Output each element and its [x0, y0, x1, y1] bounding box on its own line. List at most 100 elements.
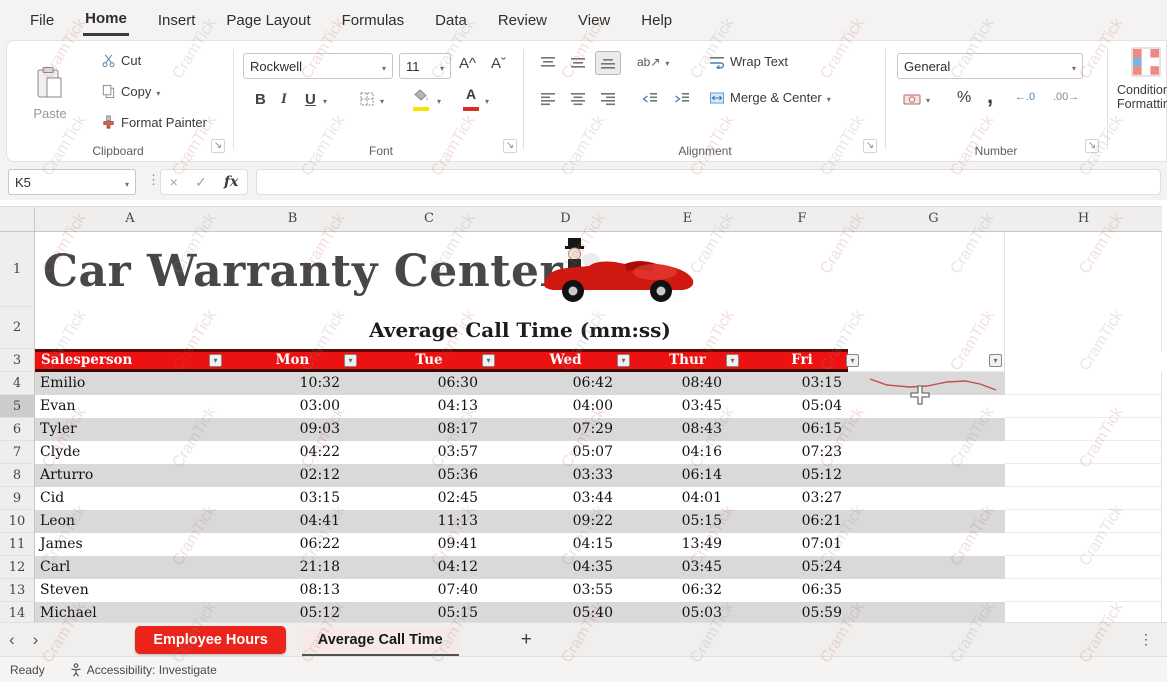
- cell-thur[interactable]: 03:45: [633, 556, 742, 579]
- table-row[interactable]: Arturro 02:12 05:36 03:33 06:14 05:12: [35, 464, 1162, 487]
- cell-wed[interactable]: 05:40: [498, 602, 633, 622]
- empty-cell[interactable]: [1005, 441, 1162, 464]
- copy-chevron-icon[interactable]: [156, 84, 160, 99]
- sheet-title[interactable]: Car Warranty Center: [43, 232, 563, 307]
- cell-tue[interactable]: 08:17: [360, 418, 498, 441]
- row-header[interactable]: 13: [0, 579, 34, 602]
- column-header[interactable]: H: [1005, 207, 1162, 231]
- cell-wed[interactable]: 03:55: [498, 579, 633, 602]
- cell-mon[interactable]: 05:12: [225, 602, 360, 622]
- cell-wed[interactable]: 07:29: [498, 418, 633, 441]
- cell-tue[interactable]: 11:13: [360, 510, 498, 533]
- cell-wed[interactable]: 04:15: [498, 533, 633, 556]
- cell-trend[interactable]: [862, 464, 1005, 487]
- cell-wed[interactable]: 06:42: [498, 372, 633, 395]
- cell-fri[interactable]: 06:21: [742, 510, 862, 533]
- menu-tab[interactable]: Insert: [156, 4, 198, 35]
- borders-button[interactable]: [359, 91, 384, 107]
- empty-cell[interactable]: [1005, 487, 1162, 510]
- filter-button[interactable]: [726, 354, 739, 367]
- table-row[interactable]: Evan 03:00 04:13 04:00 03:45 05:04: [35, 395, 1162, 418]
- cell-fri[interactable]: 06:15: [742, 418, 862, 441]
- table-header-cell[interactable]: Salesperson: [35, 352, 225, 369]
- cell-trend[interactable]: [862, 395, 1005, 418]
- name-box[interactable]: K5: [8, 169, 136, 195]
- tab-scroll-right-icon[interactable]: ›: [24, 630, 48, 650]
- cell-thur[interactable]: 04:16: [633, 441, 742, 464]
- empty-cell[interactable]: [1005, 579, 1162, 602]
- cell-trend[interactable]: [862, 510, 1005, 533]
- cell-fri[interactable]: 03:27: [742, 487, 862, 510]
- new-sheet-button[interactable]: +: [521, 629, 532, 651]
- cell-salesperson[interactable]: Evan: [35, 395, 225, 418]
- column-header[interactable]: B: [225, 207, 360, 231]
- row-header[interactable]: 4: [0, 372, 34, 395]
- table-row[interactable]: Tyler 09:03 08:17 07:29 08:43 06:15: [35, 418, 1162, 441]
- filter-button[interactable]: [344, 354, 357, 367]
- row-header[interactable]: 11: [0, 533, 34, 556]
- orientation-button[interactable]: ab↗: [637, 55, 669, 69]
- row-header[interactable]: 1: [0, 232, 34, 307]
- borders-chevron-icon[interactable]: [380, 92, 384, 107]
- tab-bar-more-icon[interactable]: ⋮: [1139, 631, 1153, 648]
- table-header-cell[interactable]: Tue: [360, 352, 498, 369]
- menu-tab[interactable]: Formulas: [340, 4, 407, 35]
- table-header-cell[interactable]: Thur: [633, 352, 742, 369]
- cell-salesperson[interactable]: Michael: [35, 602, 225, 622]
- cell-mon[interactable]: 21:18: [225, 556, 360, 579]
- cell-thur[interactable]: 13:49: [633, 533, 742, 556]
- filter-button[interactable]: [846, 354, 859, 367]
- column-header[interactable]: C: [360, 207, 498, 231]
- table-row[interactable]: Steven 08:13 07:40 03:55 06:32 06:35: [35, 579, 1162, 602]
- cell-thur[interactable]: 08:40: [633, 372, 742, 395]
- cancel-icon[interactable]: ×: [170, 174, 178, 190]
- row-header[interactable]: 8: [0, 464, 34, 487]
- increase-decimal-button[interactable]: ←.0: [1015, 91, 1035, 103]
- cell-trend[interactable]: [862, 487, 1005, 510]
- conditional-formatting-button[interactable]: Conditional Formatting: [1113, 47, 1167, 111]
- cell-thur[interactable]: 06:14: [633, 464, 742, 487]
- number-format-select[interactable]: General: [897, 53, 1083, 79]
- cell-wed[interactable]: 04:35: [498, 556, 633, 579]
- alignment-dialog-launcher-icon[interactable]: ↘: [863, 139, 877, 153]
- cell-mon[interactable]: 03:15: [225, 487, 360, 510]
- decrease-indent-button[interactable]: [637, 87, 663, 111]
- row-header[interactable]: 14: [0, 602, 34, 622]
- empty-cell[interactable]: [1005, 510, 1162, 533]
- column-header[interactable]: A: [35, 207, 225, 231]
- filter-button[interactable]: [482, 354, 495, 367]
- row-header[interactable]: 9: [0, 487, 34, 510]
- cell-tue[interactable]: 05:36: [360, 464, 498, 487]
- cell-thur[interactable]: 05:03: [633, 602, 742, 622]
- table-header-cell[interactable]: Mon: [225, 352, 360, 369]
- cell-tue[interactable]: 04:13: [360, 395, 498, 418]
- table-header-cell[interactable]: Trend: [862, 352, 1005, 369]
- middle-align-button[interactable]: [565, 51, 591, 75]
- cell-trend[interactable]: [862, 441, 1005, 464]
- bold-button[interactable]: B: [255, 91, 266, 108]
- table-row[interactable]: Cid 03:15 02:45 03:44 04:01 03:27: [35, 487, 1162, 510]
- cell-tue[interactable]: 04:12: [360, 556, 498, 579]
- cell-fri[interactable]: 07:23: [742, 441, 862, 464]
- cell-trend[interactable]: [862, 418, 1005, 441]
- menu-tab[interactable]: Review: [496, 4, 549, 35]
- cell-fri[interactable]: 03:15: [742, 372, 862, 395]
- menu-tab[interactable]: View: [576, 4, 612, 35]
- cell-tue[interactable]: 05:15: [360, 602, 498, 622]
- cell-trend[interactable]: [862, 602, 1005, 622]
- decrease-decimal-button[interactable]: .00→: [1053, 91, 1079, 103]
- column-header[interactable]: F: [742, 207, 862, 231]
- cell-wed[interactable]: 04:00: [498, 395, 633, 418]
- underline-button[interactable]: U: [305, 91, 316, 108]
- cell-tue[interactable]: 07:40: [360, 579, 498, 602]
- cell-fri[interactable]: 05:24: [742, 556, 862, 579]
- cell-trend[interactable]: [862, 533, 1005, 556]
- sheet-tab-average-call-time[interactable]: Average Call Time: [302, 627, 459, 657]
- clipboard-dialog-launcher-icon[interactable]: ↘: [211, 139, 225, 153]
- increase-indent-button[interactable]: [669, 87, 695, 111]
- cell-fri[interactable]: 06:35: [742, 579, 862, 602]
- cell-thur[interactable]: 04:01: [633, 487, 742, 510]
- cell-salesperson[interactable]: Tyler: [35, 418, 225, 441]
- cell-salesperson[interactable]: Cid: [35, 487, 225, 510]
- empty-cell[interactable]: [1005, 464, 1162, 487]
